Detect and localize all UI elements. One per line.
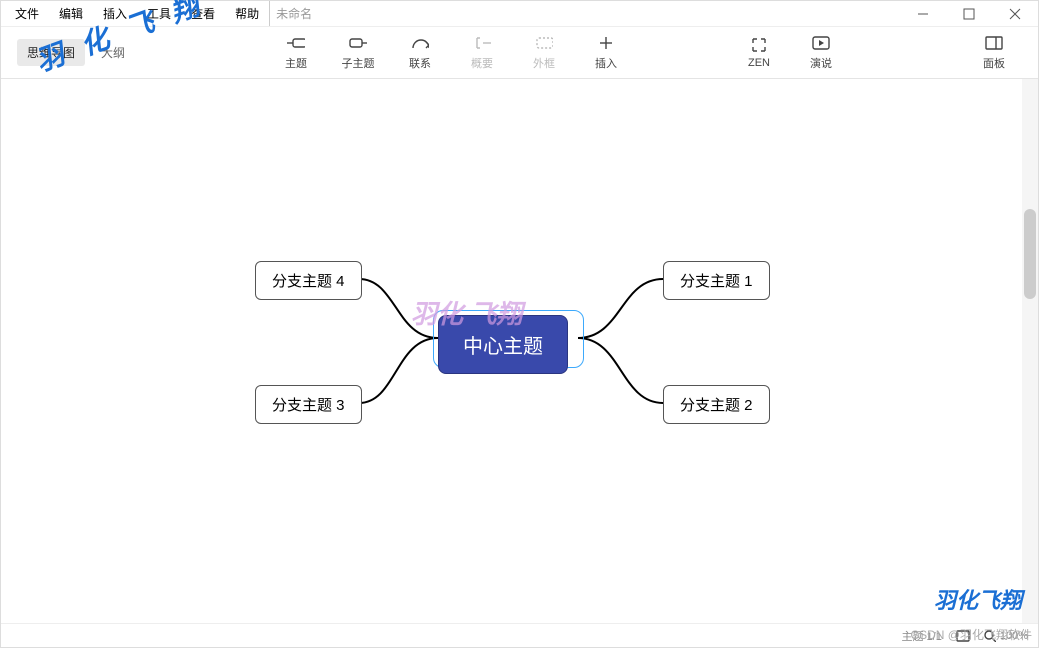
- tool-insert-label: 插入: [595, 55, 617, 71]
- branch-topic-1[interactable]: 分支主题 1: [663, 261, 770, 300]
- status-topic-count: 主题 1/1: [902, 628, 942, 644]
- status-zoom-value: 100%: [1000, 630, 1028, 642]
- tool-insert[interactable]: 插入: [578, 35, 634, 71]
- tab-mindmap[interactable]: 思维导图: [17, 39, 85, 66]
- tool-present-label: 演说: [810, 55, 832, 71]
- play-icon: [812, 35, 830, 51]
- tool-panel-label: 面板: [983, 55, 1005, 71]
- scroll-thumb[interactable]: [1024, 209, 1036, 299]
- toolbar: 主题 子主题 联系 概要: [171, 27, 1038, 78]
- toolbar-row: 思维导图 大纲 主题 子主题 联系: [1, 27, 1038, 79]
- branch-topic-2[interactable]: 分支主题 2: [663, 385, 770, 424]
- tool-boundary-label: 外框: [533, 55, 555, 71]
- relationship-icon: [411, 35, 429, 51]
- tab-outline[interactable]: 大纲: [91, 39, 135, 66]
- tool-relationship-label: 联系: [409, 55, 431, 71]
- summary-icon: [473, 35, 491, 51]
- menu-file[interactable]: 文件: [5, 1, 49, 26]
- menu-bar: 文件 编辑 插入 工具 查看 帮助 未命名: [1, 1, 1038, 27]
- minimize-button[interactable]: [900, 1, 946, 27]
- tool-present[interactable]: 演说: [793, 35, 849, 71]
- menu-view[interactable]: 查看: [181, 1, 225, 26]
- tool-summary: 概要: [454, 35, 510, 71]
- tool-topic-label: 主题: [285, 55, 307, 71]
- tool-relationship[interactable]: 联系: [392, 35, 448, 71]
- tool-zen-label: ZEN: [748, 57, 770, 69]
- maximize-button[interactable]: [946, 1, 992, 27]
- tool-boundary: 外框: [516, 35, 572, 71]
- canvas[interactable]: 中心主题 分支主题 1 分支主题 2 分支主题 3 分支主题 4 羽化 飞翔: [1, 79, 1022, 623]
- document-title: 未命名: [269, 1, 318, 26]
- tool-subtopic-label: 子主题: [342, 55, 375, 71]
- zen-icon: [750, 37, 768, 53]
- boundary-icon: [535, 35, 553, 51]
- status-bar: 主题 1/1 100%: [1, 623, 1038, 647]
- close-button[interactable]: [992, 1, 1038, 27]
- menu-insert[interactable]: 插入: [93, 1, 137, 26]
- vertical-scrollbar[interactable]: [1022, 79, 1038, 623]
- window-controls: [900, 1, 1038, 27]
- tool-topic[interactable]: 主题: [268, 35, 324, 71]
- center-topic[interactable]: 中心主题: [438, 315, 568, 374]
- tool-panel[interactable]: 面板: [966, 35, 1022, 71]
- menu-edit[interactable]: 编辑: [49, 1, 93, 26]
- topic-icon: [287, 35, 305, 51]
- tool-subtopic[interactable]: 子主题: [330, 35, 386, 71]
- view-tabs: 思维导图 大纲: [1, 27, 171, 78]
- tool-zen[interactable]: ZEN: [731, 35, 787, 71]
- branch-topic-3[interactable]: 分支主题 3: [255, 385, 362, 424]
- status-zoom[interactable]: 100%: [984, 630, 1028, 642]
- plus-icon: [597, 35, 615, 51]
- branch-topic-4[interactable]: 分支主题 4: [255, 261, 362, 300]
- status-fit[interactable]: [956, 630, 970, 642]
- menu-tools[interactable]: 工具: [137, 1, 181, 26]
- panel-icon: [985, 35, 1003, 51]
- menu-help[interactable]: 帮助: [225, 1, 269, 26]
- subtopic-icon: [349, 35, 367, 51]
- tool-summary-label: 概要: [471, 55, 493, 71]
